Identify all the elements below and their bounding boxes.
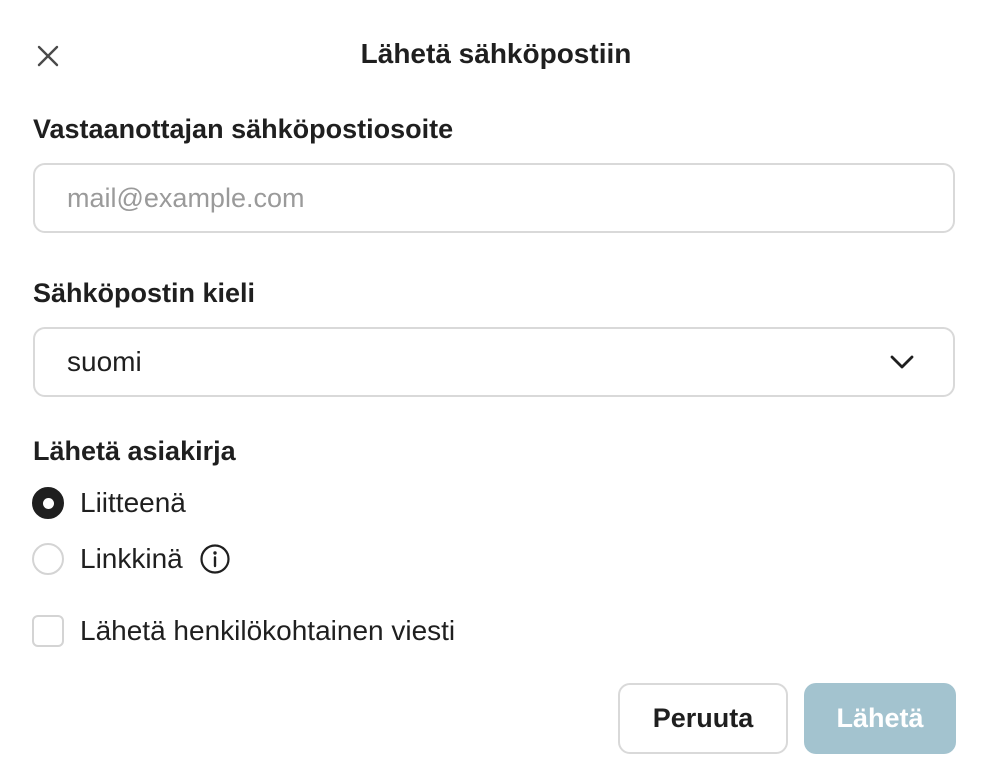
send-button[interactable]: Lähetä bbox=[804, 683, 956, 754]
radio-option-link[interactable]: Linkkinä bbox=[32, 542, 231, 576]
personal-message-label: Lähetä henkilökohtainen viesti bbox=[80, 615, 456, 646]
send-document-label: Lähetä asiakirja bbox=[33, 436, 236, 466]
recipient-email-input[interactable] bbox=[35, 165, 953, 231]
radio-option-attachment[interactable]: Liitteenä bbox=[32, 486, 186, 520]
dialog-title: Lähetä sähköpostiin bbox=[360, 38, 632, 69]
link-option-label: Linkkinä bbox=[80, 543, 183, 574]
cancel-button[interactable]: Peruuta bbox=[618, 683, 788, 754]
recipient-email-label: Vastaanottajan sähköpostiosoite bbox=[33, 114, 454, 144]
personal-message-option[interactable]: Lähetä henkilökohtainen viesti bbox=[32, 614, 455, 648]
attachment-radio[interactable] bbox=[32, 487, 64, 519]
send-email-dialog: Lähetä sähköpostiin Vastaanottajan sähkö… bbox=[0, 0, 992, 780]
email-language-label: Sähköpostin kieli bbox=[33, 278, 256, 308]
recipient-email-field-wrapper bbox=[33, 163, 955, 233]
link-radio[interactable] bbox=[32, 543, 64, 575]
info-icon[interactable] bbox=[199, 543, 231, 575]
attachment-option-label: Liitteenä bbox=[80, 487, 186, 518]
personal-message-checkbox[interactable] bbox=[32, 615, 64, 647]
chevron-down-icon bbox=[890, 355, 914, 369]
email-language-selected-value: suomi bbox=[67, 346, 142, 377]
email-language-select[interactable]: suomi bbox=[33, 327, 955, 397]
